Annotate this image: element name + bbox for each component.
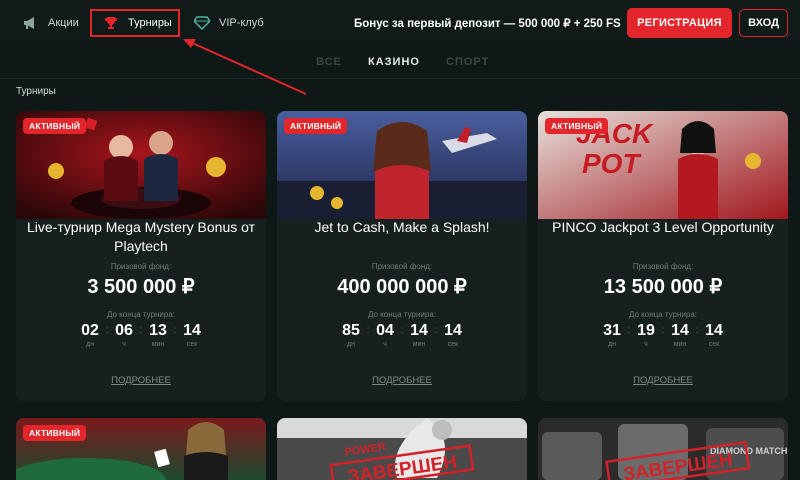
card-title: Jet to Cash, Make a Splash!	[314, 219, 490, 235]
unit-days: дн	[347, 341, 355, 348]
timer-seconds: 14	[444, 322, 462, 339]
section-title: Турниры	[16, 86, 56, 97]
bonus-banner[interactable]: Бонус за первый депозит — 500 000 ₽ + 25…	[354, 16, 621, 30]
nav-vip[interactable]: VIP-клуб	[193, 9, 264, 37]
card-title: PINCO Jackpot 3 Level Opportunity	[552, 219, 774, 235]
timer-days: 85	[342, 322, 360, 339]
register-button[interactable]: РЕГИСТРАЦИЯ	[627, 8, 732, 38]
unit-hours: ч	[122, 341, 126, 348]
nav-promotions[interactable]: Акции	[22, 9, 79, 37]
timer-minutes: 14	[410, 322, 428, 339]
tab-casino[interactable]: КАЗИНО	[368, 56, 420, 68]
diamond-icon	[193, 15, 211, 31]
unit-hours: ч	[383, 341, 387, 348]
tournament-card[interactable]: АКТИВНЫЙ Live-турнир Mega Mystery Bonus …	[16, 111, 266, 401]
tabs-divider	[0, 78, 800, 79]
timer-label: До конца турнира:	[628, 310, 697, 319]
tournament-image: DIAMOND MATCH ЗАВЕРШЕН	[538, 418, 788, 480]
countdown-timer: 85 дн : 04 ч : 14 мин : 14 сек	[277, 322, 527, 348]
timer-hours: 06	[115, 322, 133, 339]
timer-label: До конца турнира:	[106, 310, 175, 319]
card-title: Live-турнир Mega Mystery Bonus от Playte…	[26, 219, 256, 254]
tournament-image: POWER ЗАВЕРШЕН	[277, 418, 527, 480]
nav-tournaments-label: Турниры	[128, 17, 172, 29]
prize-fund-label: Призовой фонд:	[371, 262, 433, 271]
unit-minutes: мин	[151, 341, 165, 348]
tournament-card[interactable]: JACK POT АКТИВНЫЙ PINCO Jackpot 3 Level …	[538, 111, 788, 401]
prize-fund-label: Призовой фонд:	[632, 262, 694, 271]
unit-days: дн	[608, 341, 616, 348]
timer-minutes: 13	[149, 322, 167, 339]
unit-hours: ч	[644, 341, 648, 348]
countdown-timer: 02 дн : 06 ч : 13 мин : 14 сек	[16, 322, 266, 348]
countdown-timer: 31 дн : 19 ч : 14 мин : 14 сек	[538, 322, 788, 348]
prize-fund-value: 13 500 000 ₽	[603, 276, 723, 298]
nav-vip-label: VIP-клуб	[219, 17, 264, 29]
unit-minutes: мин	[673, 341, 687, 348]
tournament-card[interactable]: DIAMOND MATCH ЗАВЕРШЕН	[538, 418, 788, 480]
prize-fund-label: Призовой фонд:	[110, 262, 172, 271]
details-link[interactable]: ПОДРОБНЕЕ	[277, 375, 527, 386]
timer-hours: 19	[637, 322, 655, 339]
status-badge: АКТИВНЫЙ	[545, 118, 609, 134]
unit-seconds: сек	[708, 341, 720, 348]
nav-promotions-label: Акции	[48, 17, 79, 29]
details-link[interactable]: ПОДРОБНЕЕ	[538, 375, 788, 386]
timer-minutes: 14	[671, 322, 689, 339]
tab-all[interactable]: ВСЕ	[316, 56, 342, 68]
tournament-card[interactable]: АКТИВНЫЙ	[16, 418, 266, 480]
status-badge: АКТИВНЫЙ	[23, 425, 87, 441]
tournament-card[interactable]: POWER ЗАВЕРШЕН	[277, 418, 527, 480]
timer-seconds: 14	[183, 322, 201, 339]
timer-seconds: 14	[705, 322, 723, 339]
category-tabs: ВСЕ КАЗИНО СПОРТ	[0, 56, 800, 72]
trophy-icon	[102, 15, 120, 31]
details-link[interactable]: ПОДРОБНЕЕ	[16, 375, 266, 386]
timer-days: 02	[81, 322, 99, 339]
megaphone-icon	[22, 15, 40, 31]
status-badge: АКТИВНЫЙ	[23, 118, 87, 134]
unit-seconds: сек	[186, 341, 198, 348]
login-button[interactable]: ВХОД	[739, 9, 788, 37]
tab-sport[interactable]: СПОРТ	[446, 56, 489, 68]
top-bar: Акции Турниры VIP-клуб Бонус за первый д…	[0, 0, 800, 46]
status-badge: АКТИВНЫЙ	[284, 118, 348, 134]
nav-tournaments[interactable]: Турниры	[90, 9, 180, 37]
timer-days: 31	[603, 322, 621, 339]
unit-seconds: сек	[447, 341, 459, 348]
unit-minutes: мин	[412, 341, 426, 348]
prize-fund-value: 400 000 000 ₽	[337, 276, 467, 298]
tournament-card[interactable]: АКТИВНЫЙ Jet to Cash, Make a Splash! При…	[277, 111, 527, 401]
prize-fund-value: 3 500 000 ₽	[87, 276, 195, 298]
svg-text:POT: POT	[582, 148, 642, 179]
unit-days: дн	[86, 341, 94, 348]
timer-label: До конца турнира:	[367, 310, 436, 319]
timer-hours: 04	[376, 322, 394, 339]
